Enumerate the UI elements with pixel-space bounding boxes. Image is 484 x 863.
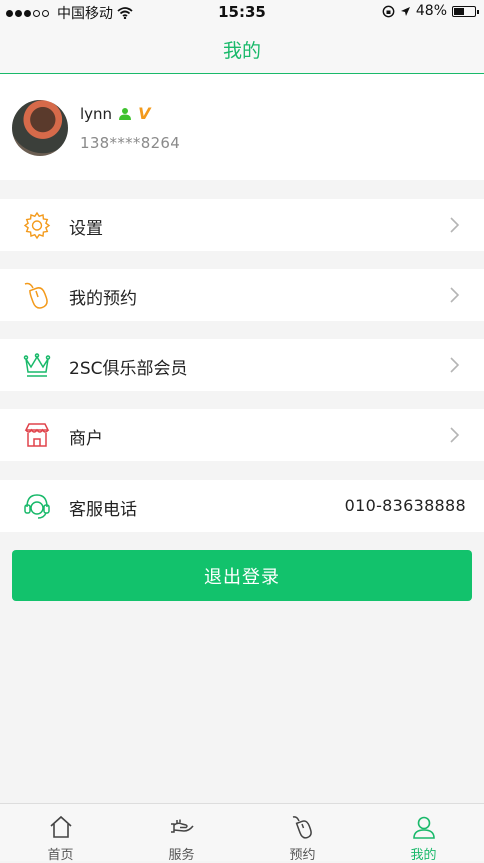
menu-label-club: 2SC俱乐部会员 <box>69 359 188 379</box>
menu-item-club-membership[interactable]: 2SC俱乐部会员 <box>0 339 484 391</box>
battery-icon <box>452 5 479 17</box>
logout-button[interactable]: 退出登录 <box>12 550 472 601</box>
profile-card[interactable]: lynn V 138****8264 <box>0 74 484 180</box>
location-arrow-icon <box>400 6 410 16</box>
profile-phone: 138****8264 <box>80 134 181 152</box>
hand-icon <box>171 819 194 833</box>
page-title: 我的 <box>222 40 261 62</box>
chevron-right-icon <box>450 427 460 443</box>
menu-item-customer-service[interactable]: 客服电话 010-83638888 <box>0 480 484 532</box>
menu-label-settings: 设置 <box>69 219 103 239</box>
avatar[interactable] <box>12 100 68 156</box>
mouse-icon <box>24 282 48 309</box>
tab-appointments[interactable]: 预约 <box>242 804 363 863</box>
profile-name: lynn <box>80 104 113 123</box>
rotation-lock-icon <box>382 5 395 17</box>
tab-label-profile: 我的 <box>410 848 437 863</box>
storefront-icon <box>24 423 50 447</box>
tab-bar: 首页 服务 预约 我的 <box>0 803 484 863</box>
profile-name-row: lynn V <box>80 104 150 123</box>
status-right: 48% <box>382 3 479 19</box>
mouse-icon <box>292 816 312 839</box>
customer-service-phone[interactable]: 010-83638888 <box>345 496 466 515</box>
crown-icon <box>23 353 51 377</box>
verified-user-icon <box>119 107 132 120</box>
menu-label-customer-service: 客服电话 <box>69 500 137 520</box>
tab-services[interactable]: 服务 <box>121 804 242 863</box>
gear-icon <box>23 211 51 240</box>
battery-percent: 48% <box>415 3 447 19</box>
menu-item-appointments[interactable]: 我的预约 <box>0 269 484 321</box>
tab-label-home: 首页 <box>47 848 74 863</box>
chevron-right-icon <box>450 357 460 373</box>
chevron-right-icon <box>450 217 460 233</box>
menu-label-appointments: 我的预约 <box>69 289 137 309</box>
chevron-right-icon <box>450 287 460 303</box>
menu-item-settings[interactable]: 设置 <box>0 199 484 251</box>
tab-label-services: 服务 <box>168 848 195 863</box>
tab-label-appointments: 预约 <box>289 848 316 863</box>
nav-bar: 我的 <box>0 24 484 74</box>
user-icon <box>413 816 435 839</box>
menu-label-merchant: 商户 <box>69 429 103 449</box>
status-bar: 中国移动 15:35 48% <box>0 0 484 24</box>
home-icon <box>50 815 72 838</box>
headset-icon <box>24 494 50 519</box>
tab-profile[interactable]: 我的 <box>363 804 484 863</box>
menu-item-merchant[interactable]: 商户 <box>0 409 484 461</box>
vip-badge: V <box>138 104 151 123</box>
tab-home[interactable]: 首页 <box>0 804 121 863</box>
